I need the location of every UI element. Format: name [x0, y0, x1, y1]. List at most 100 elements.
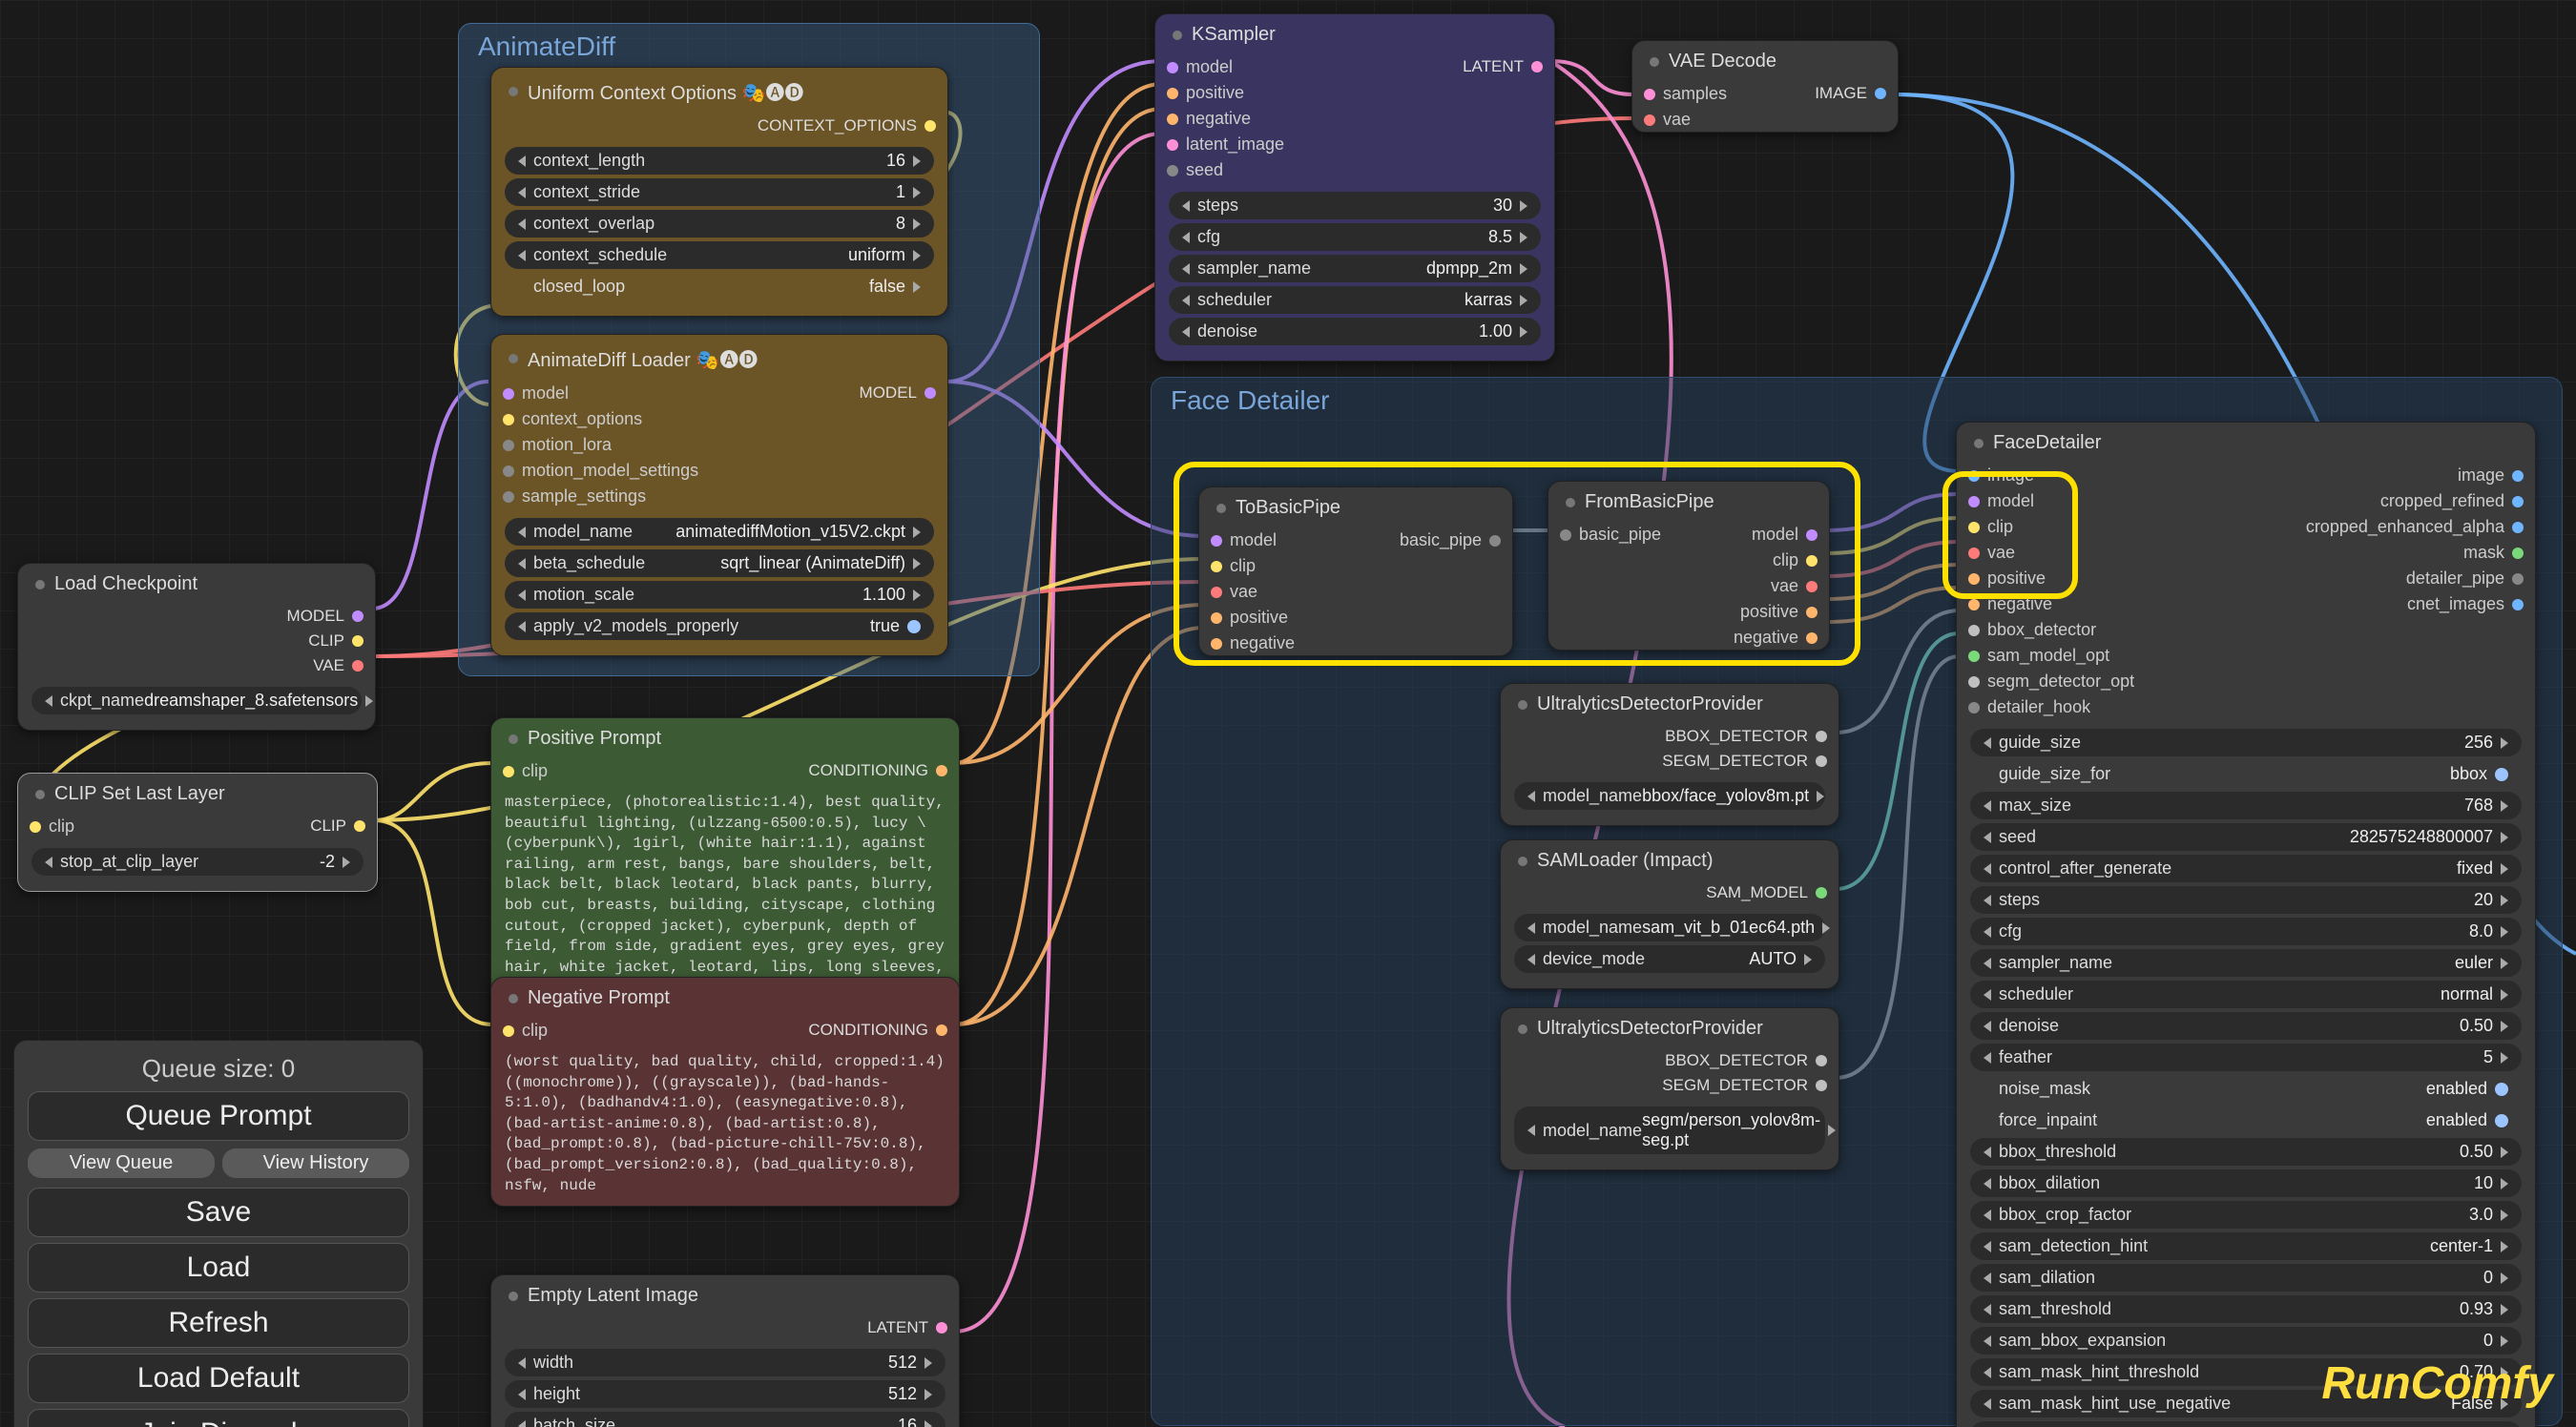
param-device-mode[interactable]: device_modeAUTO	[1514, 945, 1825, 973]
port-model[interactable]: model	[503, 383, 698, 403]
port-clip[interactable]: clip	[1968, 517, 2134, 537]
node-uniform-context-options[interactable]: Uniform Context Options 🎭🅐🅓 CONTEXT_OPTI…	[490, 67, 948, 317]
node-vae-decode[interactable]: VAE Decode samples vae IMAGE	[1631, 40, 1899, 133]
param-denoise[interactable]: denoise0.50	[1970, 1012, 2522, 1040]
port-latent-image[interactable]: latent_image	[1167, 134, 1284, 155]
param-steps[interactable]: steps30	[1169, 192, 1541, 219]
param-bbox-dilation[interactable]: bbox_dilation10	[1970, 1169, 2522, 1197]
port-positive[interactable]: positive	[1167, 83, 1284, 103]
node-negative-prompt[interactable]: Negative Prompt clip CONDITIONING (worst…	[490, 977, 960, 1207]
load-button[interactable]: Load	[28, 1243, 409, 1293]
param-context-length[interactable]: context_length16	[505, 147, 934, 175]
param-beta-schedule[interactable]: beta_schedulesqrt_linear (AnimateDiff)	[505, 549, 934, 577]
param-bbox-crop-factor[interactable]: bbox_crop_factor3.0	[1970, 1201, 2522, 1229]
node-load-checkpoint[interactable]: Load Checkpoint MODEL CLIP VAE ckpt_name…	[17, 563, 376, 731]
param-model-name[interactable]: model_namesam_vit_b_01ec64.pth	[1514, 914, 1825, 941]
load-default-button[interactable]: Load Default	[28, 1354, 409, 1403]
port-vae[interactable]: vae	[1211, 582, 1295, 602]
param-noise-mask[interactable]: noise_maskenabled	[1970, 1075, 2522, 1103]
port-cropped-refined[interactable]: cropped_refined	[2306, 491, 2524, 511]
param-scheduler[interactable]: schedulernormal	[1970, 981, 2522, 1008]
param-control-after-generate[interactable]: control_after_generatefixed	[1970, 855, 2522, 882]
param-force-inpaint[interactable]: force_inpaintenabled	[1970, 1106, 2522, 1134]
param-motion-scale[interactable]: motion_scale1.100	[505, 581, 934, 609]
param-sam-bbox-expansion[interactable]: sam_bbox_expansion0	[1970, 1327, 2522, 1355]
port-clip[interactable]: clip	[1734, 550, 1818, 570]
param-context-overlap[interactable]: context_overlap8	[505, 210, 934, 238]
port-segm-detector-opt[interactable]: segm_detector_opt	[1968, 672, 2134, 692]
port-seed[interactable]: seed	[1167, 160, 1284, 180]
param-context-schedule[interactable]: context_scheduleuniform	[505, 241, 934, 269]
param-apply-v2-models-properly[interactable]: apply_v2_models_properlytrue	[505, 612, 934, 640]
param-sampler-name[interactable]: sampler_namedpmpp_2m	[1169, 255, 1541, 282]
param-closed-loop[interactable]: closed_loopfalse	[505, 273, 934, 300]
view-queue-button[interactable]: View Queue	[28, 1148, 215, 1178]
port-model[interactable]: model	[1734, 525, 1818, 545]
port-clip[interactable]: clip	[1211, 556, 1295, 576]
param-cfg[interactable]: cfg8.0	[1970, 918, 2522, 945]
port-sam-model-opt[interactable]: sam_model_opt	[1968, 646, 2134, 666]
param-sampler-name[interactable]: sampler_nameeuler	[1970, 949, 2522, 977]
port-positive[interactable]: positive	[1734, 602, 1818, 622]
port-model[interactable]: model	[1167, 57, 1284, 77]
param-guide-size-for[interactable]: guide_size_forbbox	[1970, 760, 2522, 788]
port-detailer-pipe[interactable]: detailer_pipe	[2306, 569, 2524, 589]
port-context-options[interactable]: context_options	[503, 409, 698, 429]
param-bbox-threshold[interactable]: bbox_threshold0.50	[1970, 1138, 2522, 1166]
port-vae[interactable]: vae	[1968, 543, 2134, 563]
port-image[interactable]: image	[2306, 465, 2524, 486]
node-face-detailer[interactable]: FaceDetailer imagemodelclipvaepositivene…	[1956, 422, 2536, 1427]
node-ultralytics-detector-1[interactable]: UltralyticsDetectorProvider BBOX_DETECTO…	[1500, 683, 1839, 826]
view-history-button[interactable]: View History	[222, 1148, 409, 1178]
port-negative[interactable]: negative	[1167, 109, 1284, 129]
port-bbox-detector[interactable]: bbox_detector	[1968, 620, 2134, 640]
port-cnet-images[interactable]: cnet_images	[2306, 594, 2524, 614]
param-denoise[interactable]: denoise1.00	[1169, 318, 1541, 345]
refresh-button[interactable]: Refresh	[28, 1298, 409, 1348]
node-animatediff-loader[interactable]: AnimateDiff Loader 🎭🅐🅓 modelcontext_opti…	[490, 334, 948, 656]
param-batch-size[interactable]: batch_size16	[505, 1412, 945, 1427]
port-negative[interactable]: negative	[1211, 633, 1295, 653]
join-discord-button[interactable]: Join Discord	[28, 1409, 409, 1427]
param-model-name[interactable]: model_namesegm/person_yolov8m-seg.pt	[1514, 1106, 1825, 1154]
port-sample-settings[interactable]: sample_settings	[503, 486, 698, 507]
param-model-name[interactable]: model_nameanimatediffMotion_v15V2.ckpt	[505, 518, 934, 546]
param-height[interactable]: height512	[505, 1380, 945, 1408]
port-positive[interactable]: positive	[1968, 569, 2134, 589]
param-seed[interactable]: seed282575248800007	[1970, 823, 2522, 851]
node-empty-latent-image[interactable]: Empty Latent Image LATENT width512height…	[490, 1274, 960, 1427]
negative-prompt-text[interactable]: (worst quality, bad quality, child, crop…	[491, 1043, 959, 1206]
param-cfg[interactable]: cfg8.5	[1169, 223, 1541, 251]
port-mask[interactable]: mask	[2306, 543, 2524, 563]
port-positive[interactable]: positive	[1211, 608, 1295, 628]
queue-prompt-button[interactable]: Queue Prompt	[28, 1091, 409, 1141]
port-motion-model-settings[interactable]: motion_model_settings	[503, 461, 698, 481]
port-model[interactable]: model	[1211, 530, 1295, 550]
port-model[interactable]: model	[1968, 491, 2134, 511]
port-motion-lora[interactable]: motion_lora	[503, 435, 698, 455]
node-to-basic-pipe[interactable]: ToBasicPipe modelclipvaepositivenegative…	[1198, 486, 1513, 656]
param-sam-dilation[interactable]: sam_dilation0	[1970, 1264, 2522, 1292]
param-context-stride[interactable]: context_stride1	[505, 178, 934, 206]
param-steps[interactable]: steps20	[1970, 886, 2522, 914]
param-ckpt-name[interactable]: ckpt_namedreamshaper_8.safetensors	[31, 687, 362, 714]
node-sam-loader[interactable]: SAMLoader (Impact) SAM_MODEL model_names…	[1500, 839, 1839, 989]
node-ksampler[interactable]: KSampler modelpositivenegativelatent_ima…	[1154, 13, 1555, 362]
node-from-basic-pipe[interactable]: FromBasicPipe basic_pipe modelclipvaepos…	[1548, 481, 1830, 651]
save-button[interactable]: Save	[28, 1188, 409, 1237]
port-detailer-hook[interactable]: detailer_hook	[1968, 697, 2134, 717]
port-cropped-enhanced-alpha[interactable]: cropped_enhanced_alpha	[2306, 517, 2524, 537]
param-max-size[interactable]: max_size768	[1970, 792, 2522, 819]
param-model-name[interactable]: model_namebbox/face_yolov8m.pt	[1514, 782, 1825, 810]
param-drop-size[interactable]: drop_size10	[1970, 1421, 2522, 1427]
node-ultralytics-detector-2[interactable]: UltralyticsDetectorProvider BBOX_DETECTO…	[1500, 1007, 1839, 1170]
param-scheduler[interactable]: schedulerkarras	[1169, 286, 1541, 314]
port-image[interactable]: image	[1968, 465, 2134, 486]
param-sam-threshold[interactable]: sam_threshold0.93	[1970, 1295, 2522, 1323]
port-negative[interactable]: negative	[1734, 628, 1818, 648]
param-guide-size[interactable]: guide_size256	[1970, 729, 2522, 756]
param-feather[interactable]: feather5	[1970, 1044, 2522, 1071]
port-negative[interactable]: negative	[1968, 594, 2134, 614]
node-clip-set-last-layer[interactable]: CLIP Set Last Layer clip CLIP stop_at_cl…	[17, 773, 378, 892]
port-vae[interactable]: vae	[1734, 576, 1818, 596]
